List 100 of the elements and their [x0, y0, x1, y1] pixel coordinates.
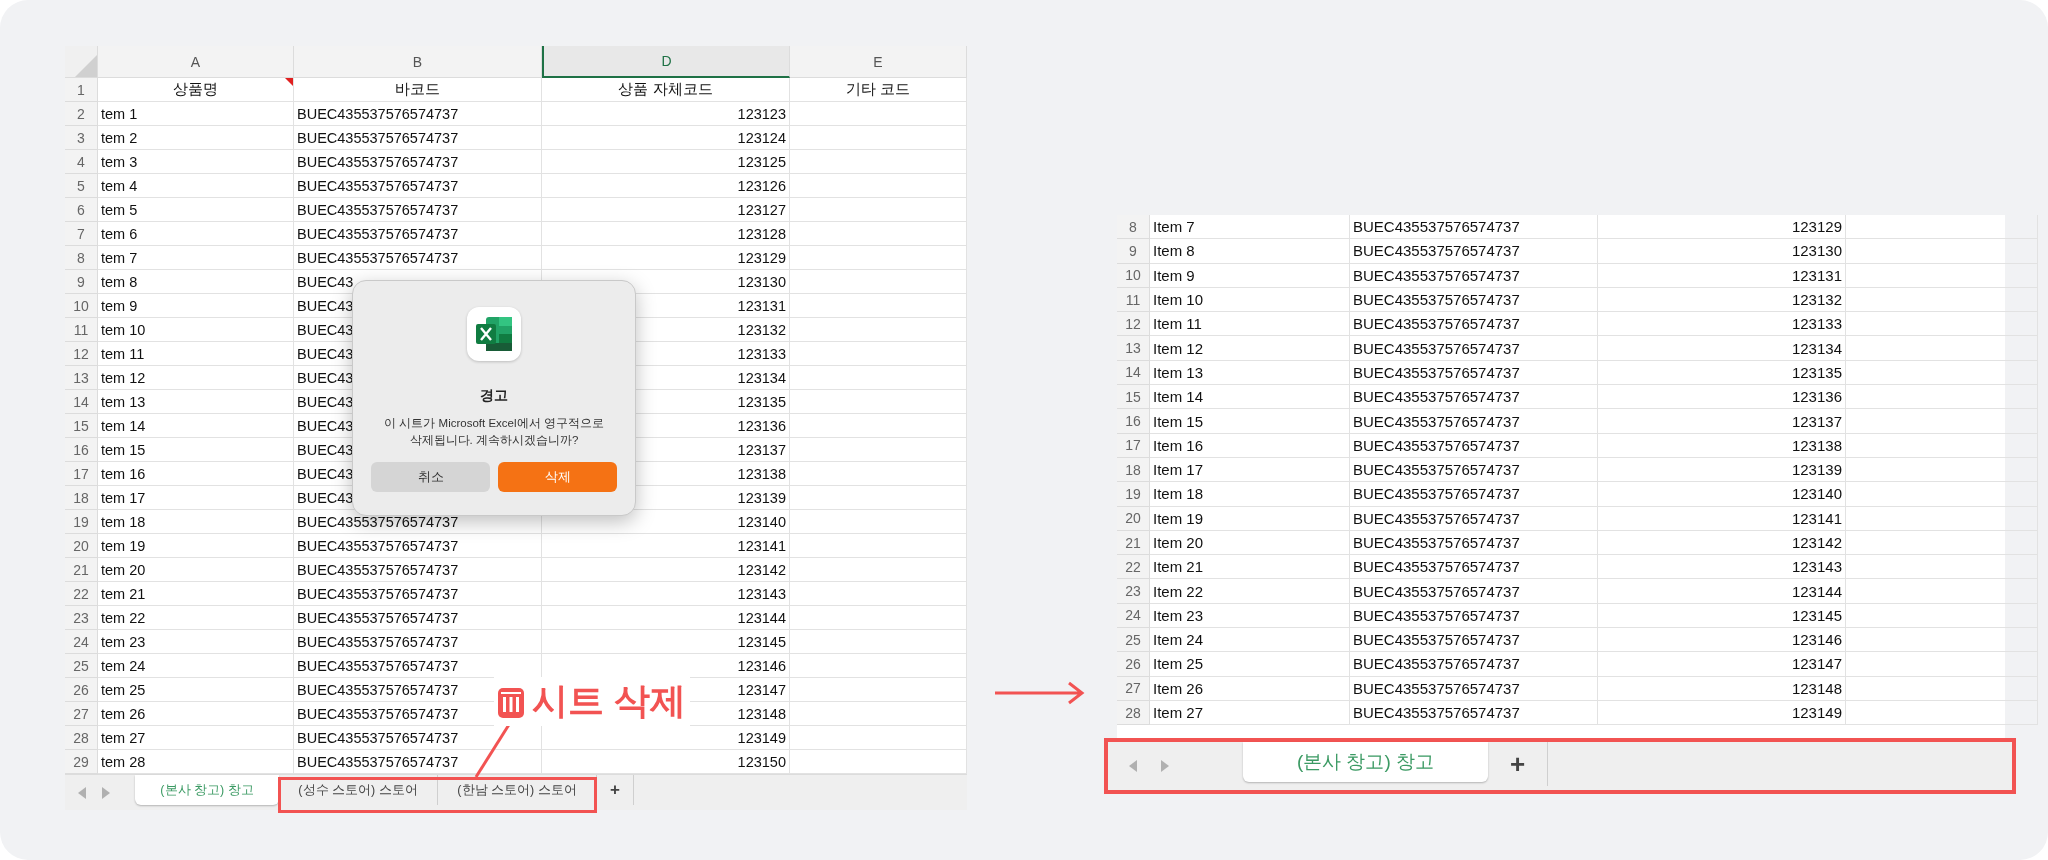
table-cell: BUEC435537576574737 [294, 150, 542, 174]
row-number: 26 [1117, 652, 1150, 677]
sheet-tab[interactable]: (본사 창고) 창고 [1243, 742, 1488, 782]
row-number: 14 [65, 390, 98, 414]
sheet-tab[interactable]: (본사 창고) 창고 [135, 775, 279, 805]
table-cell: BUEC435537576574737 [1350, 628, 1598, 653]
table-cell: Item 22 [1150, 579, 1350, 604]
row-number: 25 [65, 654, 98, 678]
row-number: 11 [65, 318, 98, 342]
table-cell: Item 24 [1150, 628, 1350, 653]
row-number: 21 [65, 558, 98, 582]
row-number: 2 [65, 102, 98, 126]
sheet-tab[interactable]: (성수 스토어) 스토어 [279, 775, 438, 805]
table-cell: 123144 [1598, 579, 1846, 604]
previous-sheet-icon[interactable] [77, 785, 87, 800]
table-cell: BUEC435537576574737 [1350, 555, 1598, 580]
table-cell: 123149 [1598, 700, 1846, 726]
table-cell: BUEC435537576574737 [1350, 530, 1598, 556]
table-cell: BUEC435537576574737 [294, 198, 542, 222]
table-cell: BUEC435537576574737 [294, 630, 542, 654]
table-cell: 123137 [1598, 409, 1846, 434]
row-number: 28 [1117, 700, 1150, 726]
table-cell: Item 26 [1150, 676, 1350, 701]
table-cell: Item 8 [1150, 239, 1350, 264]
table-cell: Item 15 [1150, 409, 1350, 434]
table-cell: tem 11 [98, 342, 294, 366]
row-number: 10 [1117, 263, 1150, 288]
column-header[interactable]: B [294, 46, 542, 78]
sheet-tab[interactable]: (한남 스토어) 스토어 [438, 775, 597, 805]
table-cell: tem 15 [98, 438, 294, 462]
row-number: 6 [65, 198, 98, 222]
row-number: 8 [1117, 215, 1150, 240]
table-cell: tem 13 [98, 390, 294, 414]
table-cell: BUEC435537576574737 [1350, 482, 1598, 507]
row-number: 8 [65, 246, 98, 270]
row-number: 22 [65, 582, 98, 606]
table-cell: tem 5 [98, 198, 294, 222]
table-cell: tem 12 [98, 366, 294, 390]
dialog-title: 경고 [480, 387, 508, 405]
next-sheet-icon[interactable] [1160, 759, 1170, 773]
table-cell: BUEC435537576574737 [1350, 409, 1598, 434]
table-cell: Item 11 [1150, 312, 1350, 337]
row-number: 7 [65, 222, 98, 246]
table-cell: 123129 [1598, 215, 1846, 240]
table-cell: 123142 [542, 558, 790, 582]
table-cell: tem 1 [98, 102, 294, 126]
table-cell: Item 20 [1150, 530, 1350, 556]
table-cell: tem 25 [98, 678, 294, 702]
table-cell: Item 23 [1150, 603, 1350, 629]
row-number: 16 [1117, 409, 1150, 434]
row-number: 15 [65, 414, 98, 438]
table-cell: Item 7 [1150, 215, 1350, 240]
table-cell: tem 27 [98, 726, 294, 750]
table-cell: 123136 [1598, 385, 1846, 410]
add-sheet-button[interactable]: + [597, 775, 634, 805]
add-sheet-button[interactable]: + [1488, 742, 1548, 786]
table-cell: BUEC435537576574737 [1350, 603, 1598, 629]
column-header[interactable]: D [542, 46, 790, 78]
table-cell: 123123 [542, 102, 790, 126]
column-header[interactable]: E [790, 46, 967, 78]
column-header[interactable]: A [98, 46, 294, 78]
table-cell: BUEC435537576574737 [1350, 700, 1598, 726]
row-number: 20 [65, 534, 98, 558]
table-cell: 123127 [542, 198, 790, 222]
table-cell: 123141 [542, 534, 790, 558]
table-cell: BUEC435537576574737 [1350, 312, 1598, 337]
row-number: 22 [1117, 555, 1150, 580]
next-sheet-icon[interactable] [101, 785, 111, 800]
table-cell: BUEC435537576574737 [1350, 263, 1598, 288]
table-cell: tem 14 [98, 414, 294, 438]
table-cell: tem 24 [98, 654, 294, 678]
row-number: 11 [1117, 287, 1150, 313]
table-cell: BUEC435537576574737 [1350, 506, 1598, 531]
row-number: 17 [65, 462, 98, 486]
table-cell: tem 7 [98, 246, 294, 270]
select-all-icon[interactable] [75, 55, 97, 77]
table-cell: BUEC435537576574737 [1350, 239, 1598, 264]
table-cell: tem 8 [98, 270, 294, 294]
previous-sheet-icon[interactable] [1128, 759, 1138, 773]
table-cell: 123125 [542, 150, 790, 174]
table-cell: Item 21 [1150, 555, 1350, 580]
row-number: 18 [65, 486, 98, 510]
table-cell: BUEC435537576574737 [1350, 652, 1598, 677]
table-cell: BUEC435537576574737 [294, 606, 542, 630]
table-cell: BUEC435537576574737 [294, 102, 542, 126]
row-number: 23 [65, 606, 98, 630]
table-cell: tem 20 [98, 558, 294, 582]
table-cell: Item 18 [1150, 482, 1350, 507]
cancel-button[interactable]: 취소 [371, 462, 490, 493]
row-number: 29 [65, 750, 98, 774]
row-number: 10 [65, 294, 98, 318]
row-number: 19 [65, 510, 98, 534]
table-cell: tem 19 [98, 534, 294, 558]
row-number: 26 [65, 678, 98, 702]
table-cell: 123147 [1598, 652, 1846, 677]
table-cell: tem 18 [98, 510, 294, 534]
table-cell: 123130 [1598, 239, 1846, 264]
table-cell: BUEC435537576574737 [1350, 457, 1598, 483]
row-number: 24 [65, 630, 98, 654]
table-cell: 123142 [1598, 530, 1846, 556]
